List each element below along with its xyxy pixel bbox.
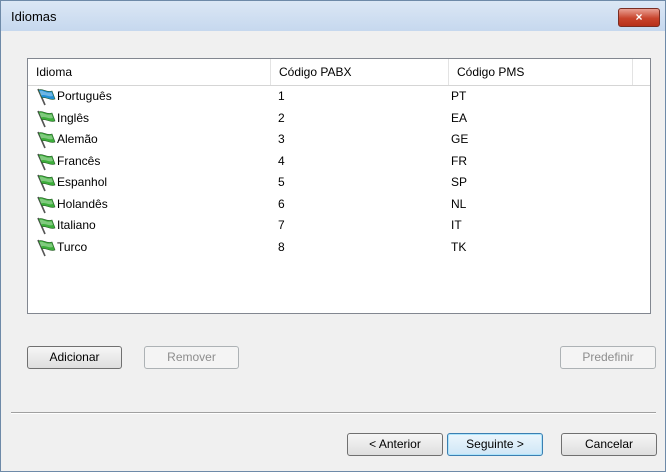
flag-icon: [37, 153, 56, 170]
cell-idioma: Holandês: [57, 196, 108, 211]
cell-codigo-pms: SP: [451, 175, 468, 189]
remove-button[interactable]: Remover: [144, 346, 239, 369]
next-button[interactable]: Seguinte >: [447, 433, 543, 456]
set-default-button[interactable]: Predefinir: [560, 346, 656, 369]
cell-codigo-pabx: 1: [278, 89, 285, 103]
cell-codigo-pabx: 3: [278, 132, 285, 146]
flag-icon: [37, 131, 56, 149]
cell-idioma: Espanhol: [57, 175, 108, 189]
window-title: Idiomas: [11, 9, 57, 24]
table-row[interactable]: Francês 4 FR: [28, 151, 650, 172]
column-header-codigo-pabx[interactable]: Código PABX: [271, 59, 449, 85]
dialog-body: Idioma Código PABX Código PMS Português 1…: [1, 31, 665, 471]
cell-idioma: Inglês: [57, 110, 90, 125]
close-button[interactable]: ×: [618, 8, 660, 27]
cell-codigo-pabx: 6: [278, 196, 285, 211]
cell-codigo-pms: GE: [451, 132, 469, 146]
languages-table[interactable]: Idioma Código PABX Código PMS Português 1…: [27, 58, 651, 314]
separator: [11, 412, 656, 414]
cell-codigo-pms: FR: [451, 153, 467, 168]
flag-icon: [37, 239, 56, 256]
table-header: Idioma Código PABX Código PMS: [28, 59, 650, 86]
cell-codigo-pms: EA: [451, 110, 468, 125]
cell-idioma: Português: [57, 89, 112, 103]
flag-icon: [37, 174, 56, 192]
add-button[interactable]: Adicionar: [27, 346, 122, 369]
table-row[interactable]: Italiano 7 IT: [28, 215, 650, 236]
column-header-codigo-pms[interactable]: Código PMS: [449, 59, 633, 85]
column-header-idioma[interactable]: Idioma: [28, 59, 271, 85]
cell-codigo-pabx: 7: [278, 218, 285, 232]
table-row[interactable]: Português 1 PT: [28, 86, 650, 107]
table-row[interactable]: Holandês 6 NL: [28, 194, 650, 215]
cancel-button[interactable]: Cancelar: [561, 433, 657, 456]
cell-idioma: Italiano: [57, 218, 96, 232]
cell-codigo-pabx: 4: [278, 153, 285, 168]
cell-idioma: Turco: [57, 239, 88, 254]
table-row[interactable]: Espanhol 5 SP: [28, 172, 650, 193]
cell-codigo-pms: IT: [451, 218, 462, 232]
flag-icon: [37, 196, 56, 213]
cell-codigo-pabx: 2: [278, 110, 285, 125]
table-row[interactable]: Inglês 2 EA: [28, 108, 650, 129]
previous-button[interactable]: < Anterior: [347, 433, 443, 456]
flag-icon: [37, 88, 56, 106]
cell-codigo-pms: TK: [451, 239, 467, 254]
cell-codigo-pms: PT: [451, 89, 467, 103]
cell-codigo-pabx: 5: [278, 175, 285, 189]
close-icon[interactable]: ×: [635, 10, 642, 24]
flag-icon: [37, 110, 56, 127]
flag-icon: [37, 217, 56, 235]
table-row[interactable]: Turco 8 TK: [28, 237, 650, 258]
cell-idioma: Francês: [57, 153, 101, 168]
languages-dialog: Idiomas × Idioma Código PABX Código PMS …: [0, 0, 666, 472]
table-row[interactable]: Alemão 3 GE: [28, 129, 650, 150]
cell-codigo-pms: NL: [451, 196, 467, 211]
cell-idioma: Alemão: [57, 132, 98, 146]
cell-codigo-pabx: 8: [278, 239, 285, 254]
title-bar: Idiomas ×: [1, 1, 665, 31]
